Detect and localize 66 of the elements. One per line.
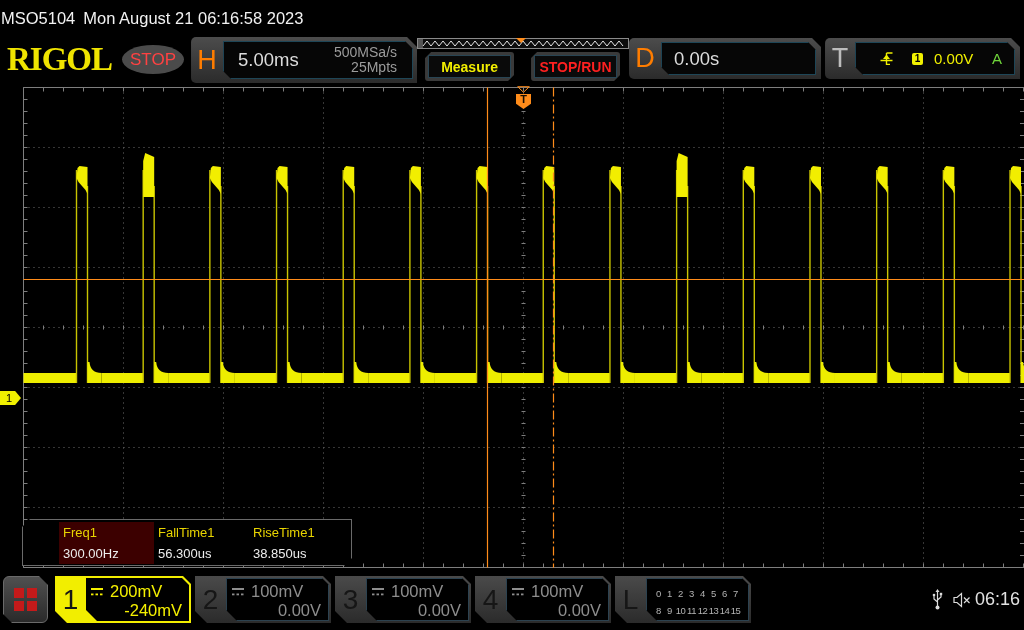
measurement-name: FallTime1 — [158, 525, 216, 540]
digital-channel-number: 5 — [711, 587, 716, 601]
brand-logo: RIGOL — [7, 40, 113, 79]
digital-channel-number: 6 — [722, 587, 727, 601]
dc-coupling-icon — [91, 587, 103, 596]
trigger-level: 0.00V — [934, 50, 974, 67]
usb-icon — [931, 589, 943, 610]
digital-channel-number: 14 — [719, 604, 730, 618]
digital-channel-number: 11 — [687, 604, 696, 618]
measurement-value: 300.00Hz — [63, 546, 120, 561]
memory-depth: 25Mpts — [351, 60, 398, 75]
vertical-offset: 0.00V — [417, 601, 461, 620]
digital-channel-number: 12 — [697, 604, 708, 618]
digital-channel-number: 2 — [678, 587, 683, 601]
menu-button[interactable] — [3, 576, 48, 623]
trigger-mode: A — [992, 50, 1003, 67]
digital-channel-number: 4 — [700, 587, 705, 601]
channel-tab[interactable]: 1 200mV -240mV — [55, 576, 191, 623]
instrument-model: MSO5104 — [1, 8, 76, 28]
digital-channel-number: 9 — [667, 604, 672, 618]
muted-speaker-icon — [952, 591, 971, 608]
measurement-name: RiseTime1 — [253, 525, 316, 540]
sample-rate: 500MSa/s — [334, 45, 398, 60]
digital-channel-number: 10 — [675, 604, 686, 618]
timebase-value: 5.00ms — [238, 49, 299, 71]
stop-run-button[interactable]: STOP/RUN — [531, 52, 621, 81]
trigger-position-marker[interactable]: T — [516, 94, 531, 109]
delay-panel[interactable]: D 0.00s — [629, 38, 822, 79]
vertical-scale: 100mV — [251, 582, 304, 601]
measurement-value: 56.300us — [158, 546, 213, 561]
measurement-name: Freq1 — [63, 525, 98, 540]
digital-channel-number: 7 — [733, 587, 738, 601]
digital-channel-number: 15 — [730, 604, 741, 618]
measurement-item[interactable]: RiseTime1 38.850us — [249, 522, 344, 564]
clock-time: 06:16 — [974, 589, 1020, 610]
trigger-source-badge: 1 — [912, 52, 924, 65]
trigger-panel[interactable]: T 1 0.00V A — [825, 38, 1021, 79]
measurement-value: 38.850us — [253, 546, 308, 561]
trigger-label: T — [830, 42, 850, 75]
horizontal-panel[interactable]: H 5.00ms 500MSa/s 25Mpts — [191, 37, 418, 83]
vertical-scale: 200mV — [110, 582, 163, 601]
digital-channel-number: 8 — [656, 604, 661, 618]
digital-channel-number: 0 — [656, 587, 661, 601]
grid-icon — [14, 588, 37, 611]
vertical-offset: -240mV — [124, 601, 182, 620]
vertical-offset: 0.00V — [557, 601, 601, 620]
digital-channel-number: 13 — [708, 604, 719, 618]
measure-button[interactable]: Measure — [425, 52, 515, 81]
run-status-badge: STOP — [122, 45, 185, 74]
horizontal-label: H — [196, 43, 218, 77]
measurement-item[interactable]: FallTime1 56.300us — [154, 522, 249, 564]
vertical-offset: 0.00V — [277, 601, 321, 620]
channel-ground-marker[interactable]: 1 — [0, 391, 21, 405]
date-time: Mon August 21 06:16:58 2023 — [83, 8, 304, 28]
vertical-scale: 100mV — [391, 582, 444, 601]
rising-edge-icon — [880, 52, 894, 65]
dc-coupling-icon — [372, 587, 384, 596]
dc-coupling-icon — [232, 587, 244, 596]
vertical-scale: 100mV — [531, 582, 584, 601]
digital-channel-number: 3 — [689, 587, 694, 601]
delay-value: 0.00s — [674, 47, 720, 70]
trigger-pointer-icon — [517, 86, 530, 93]
dc-coupling-icon — [512, 587, 524, 596]
delay-label: D — [634, 42, 656, 75]
measurement-item[interactable]: Freq1 300.00Hz — [59, 522, 154, 564]
digital-channel-number: 1 — [667, 587, 672, 601]
